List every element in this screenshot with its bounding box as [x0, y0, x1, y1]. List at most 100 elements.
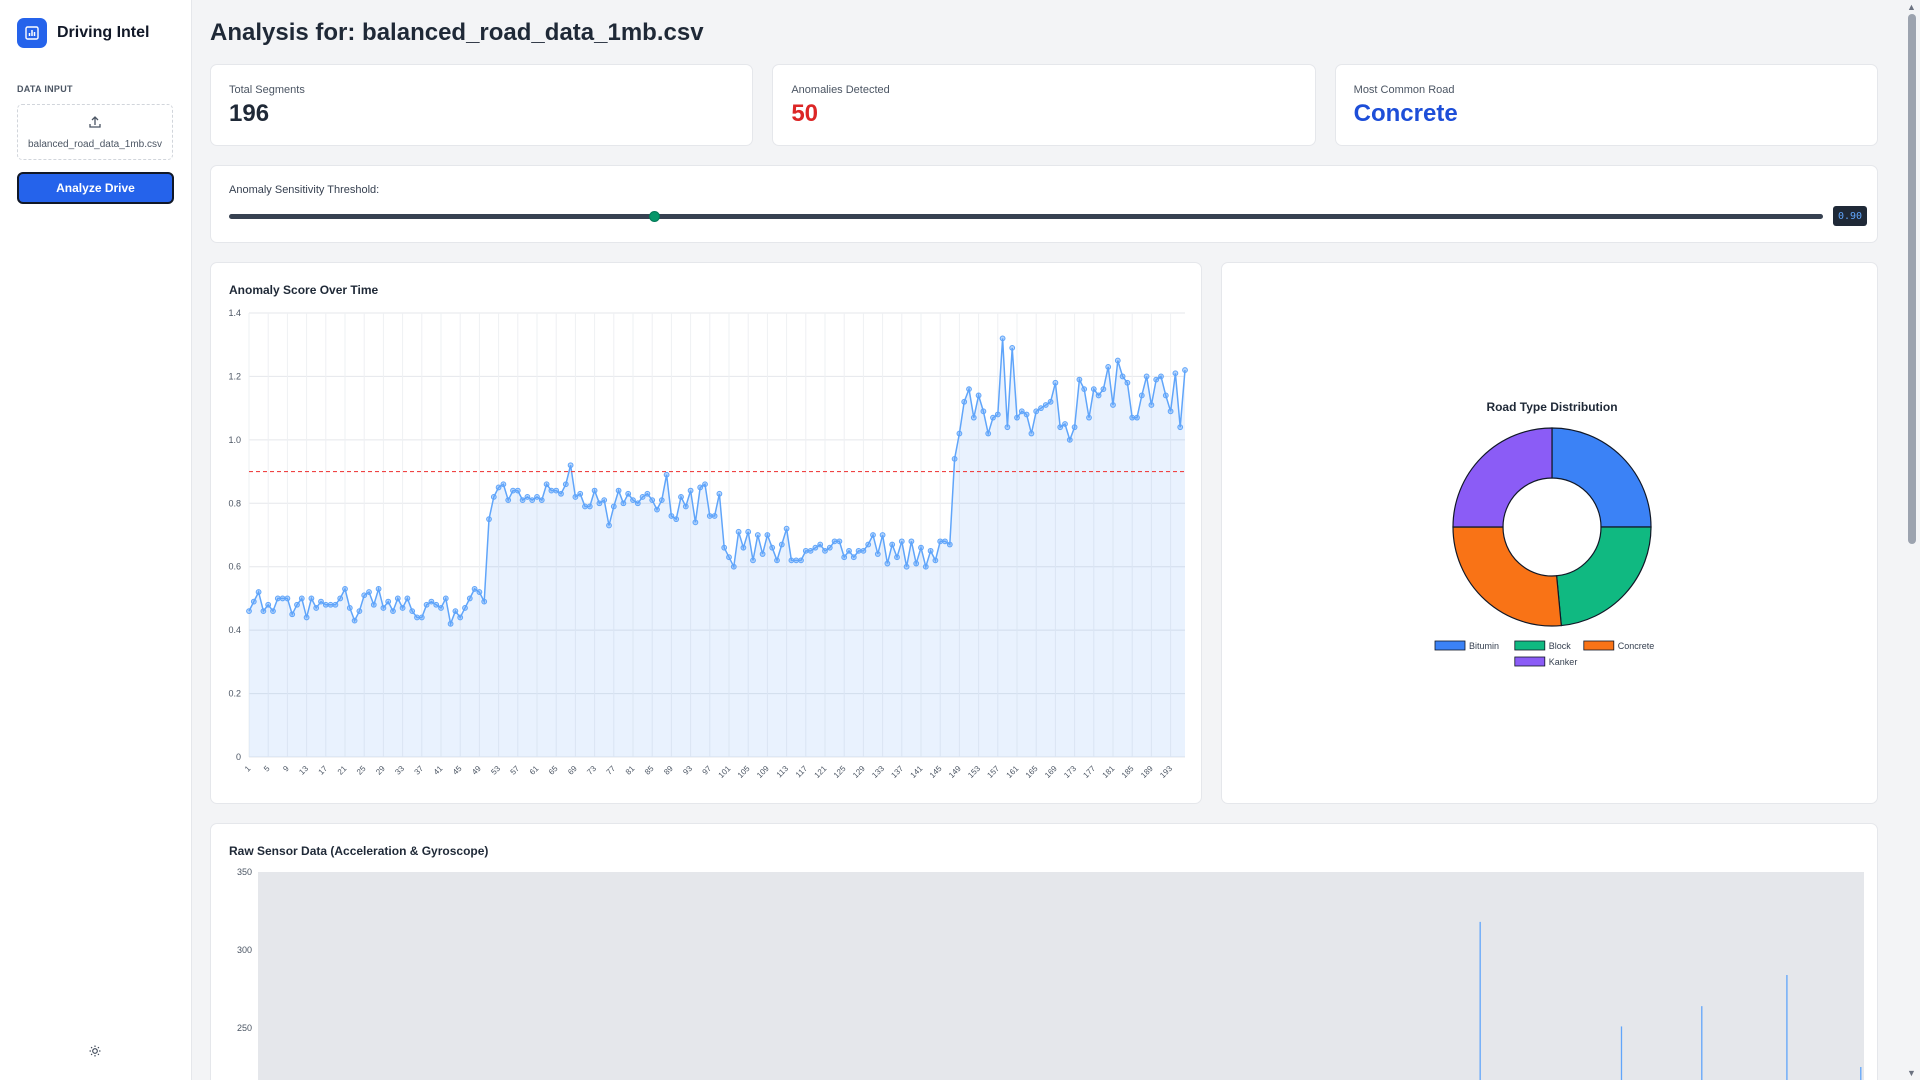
- x-tick-label: 89: [662, 764, 675, 777]
- data-point: [274, 595, 281, 602]
- data-point: [1033, 408, 1040, 415]
- data-point: [894, 554, 900, 561]
- data-point: [927, 547, 934, 554]
- data-point: [250, 598, 257, 605]
- data-point: [697, 484, 704, 491]
- y-tick-label: 1.4: [228, 308, 241, 318]
- x-tick-label: 109: [755, 764, 771, 780]
- x-tick-label: 85: [643, 764, 656, 777]
- data-point: [1172, 370, 1179, 377]
- slider-thumb[interactable]: [649, 211, 661, 222]
- data-point: [1076, 376, 1083, 383]
- data-point: [476, 589, 483, 595]
- data-point: [711, 513, 718, 519]
- x-tick-label: 105: [736, 764, 752, 780]
- data-point: [687, 487, 694, 494]
- stat-value: Concrete: [1353, 100, 1458, 127]
- legend-label: Kanker: [1549, 657, 1578, 667]
- legend-label: Bitumin: [1469, 641, 1499, 651]
- x-tick-label: 113: [775, 764, 791, 780]
- raw-sensor-card: Raw Sensor Data (Acceleration & Gyroscop…: [210, 823, 1878, 1080]
- y-tick-label: 1.2: [228, 371, 241, 381]
- data-point: [567, 462, 574, 469]
- x-tick-label: 1: [243, 764, 253, 774]
- data-point: [486, 516, 492, 523]
- x-tick-label: 17: [317, 764, 330, 777]
- data-point: [265, 601, 272, 608]
- anomaly-chart-card: Anomaly Score Over Time 0 0.2 0.4 0.6 0.8 1.0…: [210, 262, 1203, 804]
- data-point: [774, 557, 780, 564]
- data-point: [913, 560, 920, 567]
- data-point: [591, 487, 598, 494]
- threshold-slider[interactable]: [229, 211, 1823, 222]
- data-point: [543, 481, 550, 488]
- data-point: [745, 528, 752, 535]
- scroll-thumb[interactable]: [1908, 14, 1916, 544]
- data-point: [644, 490, 651, 497]
- data-point: [649, 497, 656, 504]
- data-point: [1023, 411, 1030, 418]
- stat-label: Total Segments: [229, 84, 305, 96]
- data-point: [812, 544, 819, 551]
- legend-swatch: [1434, 640, 1466, 651]
- data-point: [668, 513, 675, 519]
- data-point: [1081, 386, 1088, 393]
- x-tick-label: 157: [985, 764, 1001, 780]
- sun-icon[interactable]: [88, 1044, 102, 1058]
- x-tick-label: 45: [451, 764, 464, 777]
- legend-swatch: [1514, 640, 1546, 651]
- x-tick-label: 65: [547, 764, 560, 777]
- data-point: [937, 538, 944, 545]
- data-point: [985, 430, 992, 437]
- data-point: [294, 601, 300, 608]
- file-upload-dropzone[interactable]: balanced_road_data_1mb.csv: [17, 104, 173, 160]
- data-point: [1090, 386, 1097, 393]
- data-point: [1134, 414, 1140, 421]
- brand-name: Driving Intel: [57, 24, 150, 41]
- data-point: [1028, 430, 1035, 437]
- data-point: [1071, 424, 1078, 431]
- data-point: [490, 494, 497, 500]
- data-point: [990, 414, 996, 421]
- data-point: [322, 601, 329, 608]
- y-tick-label: 0.6: [228, 562, 241, 572]
- x-tick-label: 13: [297, 764, 310, 777]
- data-point: [1177, 424, 1184, 431]
- data-point: [1038, 405, 1044, 412]
- x-tick-label: 21: [336, 764, 349, 777]
- data-point: [994, 411, 1001, 418]
- data-point: [1162, 392, 1169, 399]
- x-tick-label: 141: [909, 764, 925, 780]
- legend-swatch: [1583, 640, 1615, 651]
- data-point: [692, 519, 699, 526]
- data-point: [769, 544, 776, 551]
- y-tick-label: 0.2: [228, 689, 241, 699]
- data-point: [562, 481, 569, 488]
- x-tick-label: 161: [1005, 764, 1021, 780]
- data-point: [601, 497, 608, 504]
- stat-card-anomalies: Anomalies Detected 50: [772, 64, 1316, 146]
- scroll-up-arrow-icon[interactable]: ▲: [1907, 2, 1916, 12]
- x-tick-label: 117: [794, 764, 810, 780]
- data-point: [884, 560, 891, 567]
- scroll-down-arrow-icon[interactable]: ▼: [1907, 1068, 1916, 1078]
- x-tick-label: 41: [432, 764, 445, 777]
- x-tick-label: 29: [374, 764, 387, 777]
- x-tick-label: 189: [1139, 764, 1155, 780]
- data-point: [807, 547, 814, 554]
- x-tick-label: 69: [566, 764, 579, 777]
- plot-area: [258, 872, 1864, 1080]
- data-point: [922, 563, 929, 570]
- data-point: [1004, 424, 1011, 431]
- page-scrollbar[interactable]: ▲ ▼: [1904, 0, 1920, 1080]
- data-point: [505, 497, 512, 504]
- data-point: [246, 608, 252, 615]
- analyze-drive-button[interactable]: Analyze Drive: [17, 172, 174, 204]
- donut-slice-bitumin: [1551, 427, 1652, 528]
- data-point: [975, 392, 982, 399]
- data-point: [409, 608, 416, 615]
- data-point: [1119, 373, 1126, 380]
- data-point: [279, 595, 286, 602]
- data-point: [870, 532, 876, 538]
- data-point: [510, 487, 516, 494]
